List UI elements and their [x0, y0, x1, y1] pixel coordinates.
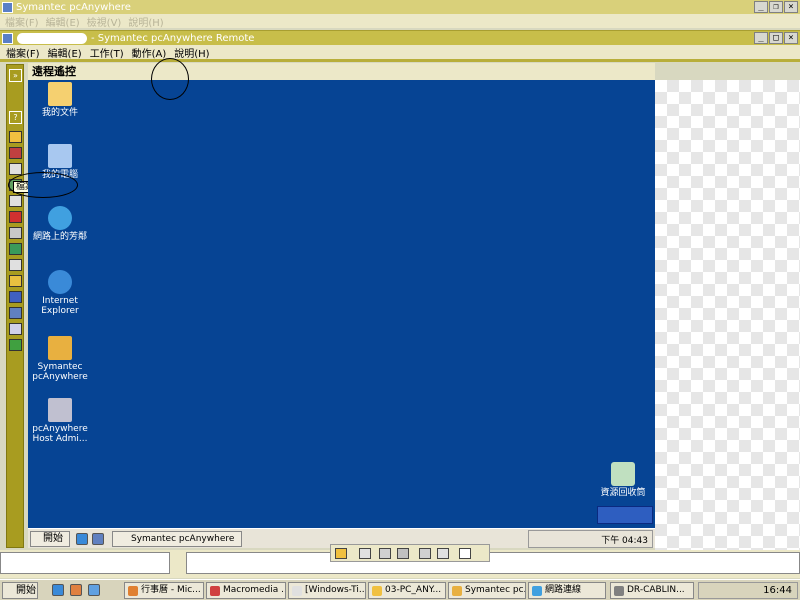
annotation-circle-help-menu [151, 58, 189, 100]
inner-title-bar[interactable]: - Symantec pcAnywhere Remote _ □ × [0, 30, 800, 45]
chat-icon[interactable] [9, 195, 22, 207]
inner-minimize-button[interactable]: _ [754, 32, 768, 44]
outer-menu-edit: 編輯(E) [45, 17, 80, 29]
app-icon [614, 586, 624, 596]
desktop-icon-my-documents[interactable]: 我的文件 [25, 82, 95, 118]
macromedia-icon [210, 586, 220, 596]
refresh-icon[interactable] [9, 339, 22, 351]
desktop-quicklaunch-icon[interactable] [88, 584, 100, 596]
outer-title-bar[interactable]: Symantec pcAnywhere _ ❐ × [0, 0, 800, 14]
menu-actions[interactable]: 動作(A) [132, 45, 167, 60]
desktop-icon-recycle-bin[interactable]: 資源回收筒 [588, 462, 658, 498]
view-options-icon[interactable] [9, 147, 22, 159]
task-windows[interactable]: [Windows-Ti... [288, 582, 366, 599]
inner-window-title: - Symantec pcAnywhere Remote [91, 32, 255, 44]
users-icon[interactable] [9, 323, 22, 335]
pen-icon[interactable] [379, 548, 391, 559]
desktop-icon-network-places[interactable]: 網路上的芳鄰 [25, 206, 95, 242]
status-field-left [0, 552, 170, 574]
session-toolbar: » ? [6, 64, 24, 548]
my-documents-icon [48, 82, 72, 106]
expand-toolbar-icon[interactable]: » [9, 69, 22, 82]
annotation-circle-file-transfer [8, 172, 78, 198]
remote-start-button[interactable]: 開始 [30, 531, 70, 547]
status-field-right [186, 552, 800, 574]
separator-bar [0, 59, 800, 62]
desktop-icon-host-admin[interactable]: pcAnywhere Host Admi... [25, 398, 95, 444]
internet-explorer-icon [48, 270, 72, 294]
menu-help[interactable]: 說明(H) [174, 45, 209, 60]
local-clock: 16:44 [763, 585, 792, 596]
my-computer-icon [48, 144, 72, 168]
task-macromedia[interactable]: Macromedia ... [206, 582, 286, 599]
calendar-icon [128, 586, 138, 596]
help-icon[interactable]: ? [9, 111, 22, 124]
redacted-host-name [17, 32, 87, 44]
remote-clock: 下午 04:43 [601, 536, 648, 546]
ie-quicklaunch-icon[interactable] [52, 584, 64, 596]
remote-task-pcanywhere[interactable]: Symantec pcAnywhere [112, 531, 242, 547]
window-icon [292, 586, 302, 596]
desktop-icon-pcanywhere[interactable]: Symantec pcAnywhere [25, 336, 95, 382]
monitor-icon[interactable] [9, 291, 22, 303]
language-icon[interactable] [335, 548, 347, 559]
menu-tasks[interactable]: 工作(T) [90, 45, 124, 60]
host-admin-icon [48, 398, 72, 422]
local-start-button[interactable]: 開始 [2, 582, 38, 599]
remote-panel-title: 遠程遙控 [32, 65, 76, 78]
outer-menu-bar: 檔案(F) 編輯(E) 檢視(V) 說明(H) [0, 14, 800, 29]
disconnect-icon[interactable] [9, 211, 22, 223]
remote-app-icon [2, 32, 13, 44]
network-places-icon [48, 206, 72, 230]
outer-menu-file: 檔案(F) [5, 17, 39, 29]
outer-menu-help: 說明(H) [128, 17, 164, 29]
document-icon[interactable] [9, 259, 22, 271]
screen-keyboard-icon[interactable] [437, 548, 449, 559]
unused-screen-area [655, 80, 800, 550]
network-icon [532, 586, 542, 596]
inner-menu-bar: 檔案(F) 編輯(E) 工作(T) 動作(A) 說明(H) [0, 45, 800, 60]
session-manager-icon[interactable] [9, 131, 22, 143]
local-taskbar: 開始 行事曆 - Mic... Macromedia ... [Windows-… [0, 579, 800, 600]
folder-icon[interactable] [9, 275, 22, 287]
recycle-bin-icon [611, 462, 635, 486]
pcanywhere-task-icon [452, 586, 462, 596]
task-pc-any-folder[interactable]: 03-PC_ANY... [368, 582, 446, 599]
tools-icon[interactable] [397, 548, 409, 559]
keyboard-icon[interactable] [359, 548, 371, 559]
outer-close-button[interactable]: × [784, 1, 798, 13]
task-network[interactable]: 網路連線 [528, 582, 606, 599]
pcanywhere-icon [48, 336, 72, 360]
clipboard-icon[interactable] [9, 163, 22, 175]
remote-desktop[interactable]: 我的文件 我的電腦 網路上的芳鄰 Internet Explorer Syman… [28, 80, 655, 528]
task-symantec[interactable]: Symantec pc... [448, 582, 526, 599]
screen-icon[interactable] [9, 227, 22, 239]
record-icon[interactable] [9, 307, 22, 319]
pcanywhere-app-icon [2, 1, 13, 13]
outer-menu-view: 檢視(V) [86, 17, 122, 29]
remote-system-tray: 下午 04:43 [528, 530, 653, 548]
inner-maximize-button[interactable]: □ [769, 32, 783, 44]
remote-panel-header: 遠程遙控 [28, 63, 655, 80]
help-icon-bottom[interactable] [459, 548, 471, 559]
remote-ie-quicklaunch-icon[interactable] [76, 533, 88, 545]
language-bar[interactable] [597, 506, 653, 524]
network-icon[interactable] [9, 243, 22, 255]
desktop-icon-internet-explorer[interactable]: Internet Explorer [25, 270, 95, 316]
menu-edit[interactable]: 編輯(E) [48, 45, 82, 60]
local-system-tray: 16:44 [698, 582, 798, 599]
remote-desktop-quicklaunch-icon[interactable] [92, 533, 104, 545]
menu-file[interactable]: 檔案(F) [6, 45, 40, 60]
task-dr-cabling[interactable]: DR-CABLIN... [610, 582, 694, 599]
inner-close-button[interactable]: × [784, 32, 798, 44]
outer-window-title: Symantec pcAnywhere [16, 1, 131, 13]
task-calendar[interactable]: 行事曆 - Mic... [124, 582, 204, 599]
brush-icon[interactable] [419, 548, 431, 559]
outer-minimize-button[interactable]: _ [754, 1, 768, 13]
folder-icon [372, 586, 382, 596]
outlook-quicklaunch-icon[interactable] [70, 584, 82, 596]
pca-bottom-toolbar [330, 544, 490, 562]
outer-restore-button[interactable]: ❐ [769, 1, 783, 13]
